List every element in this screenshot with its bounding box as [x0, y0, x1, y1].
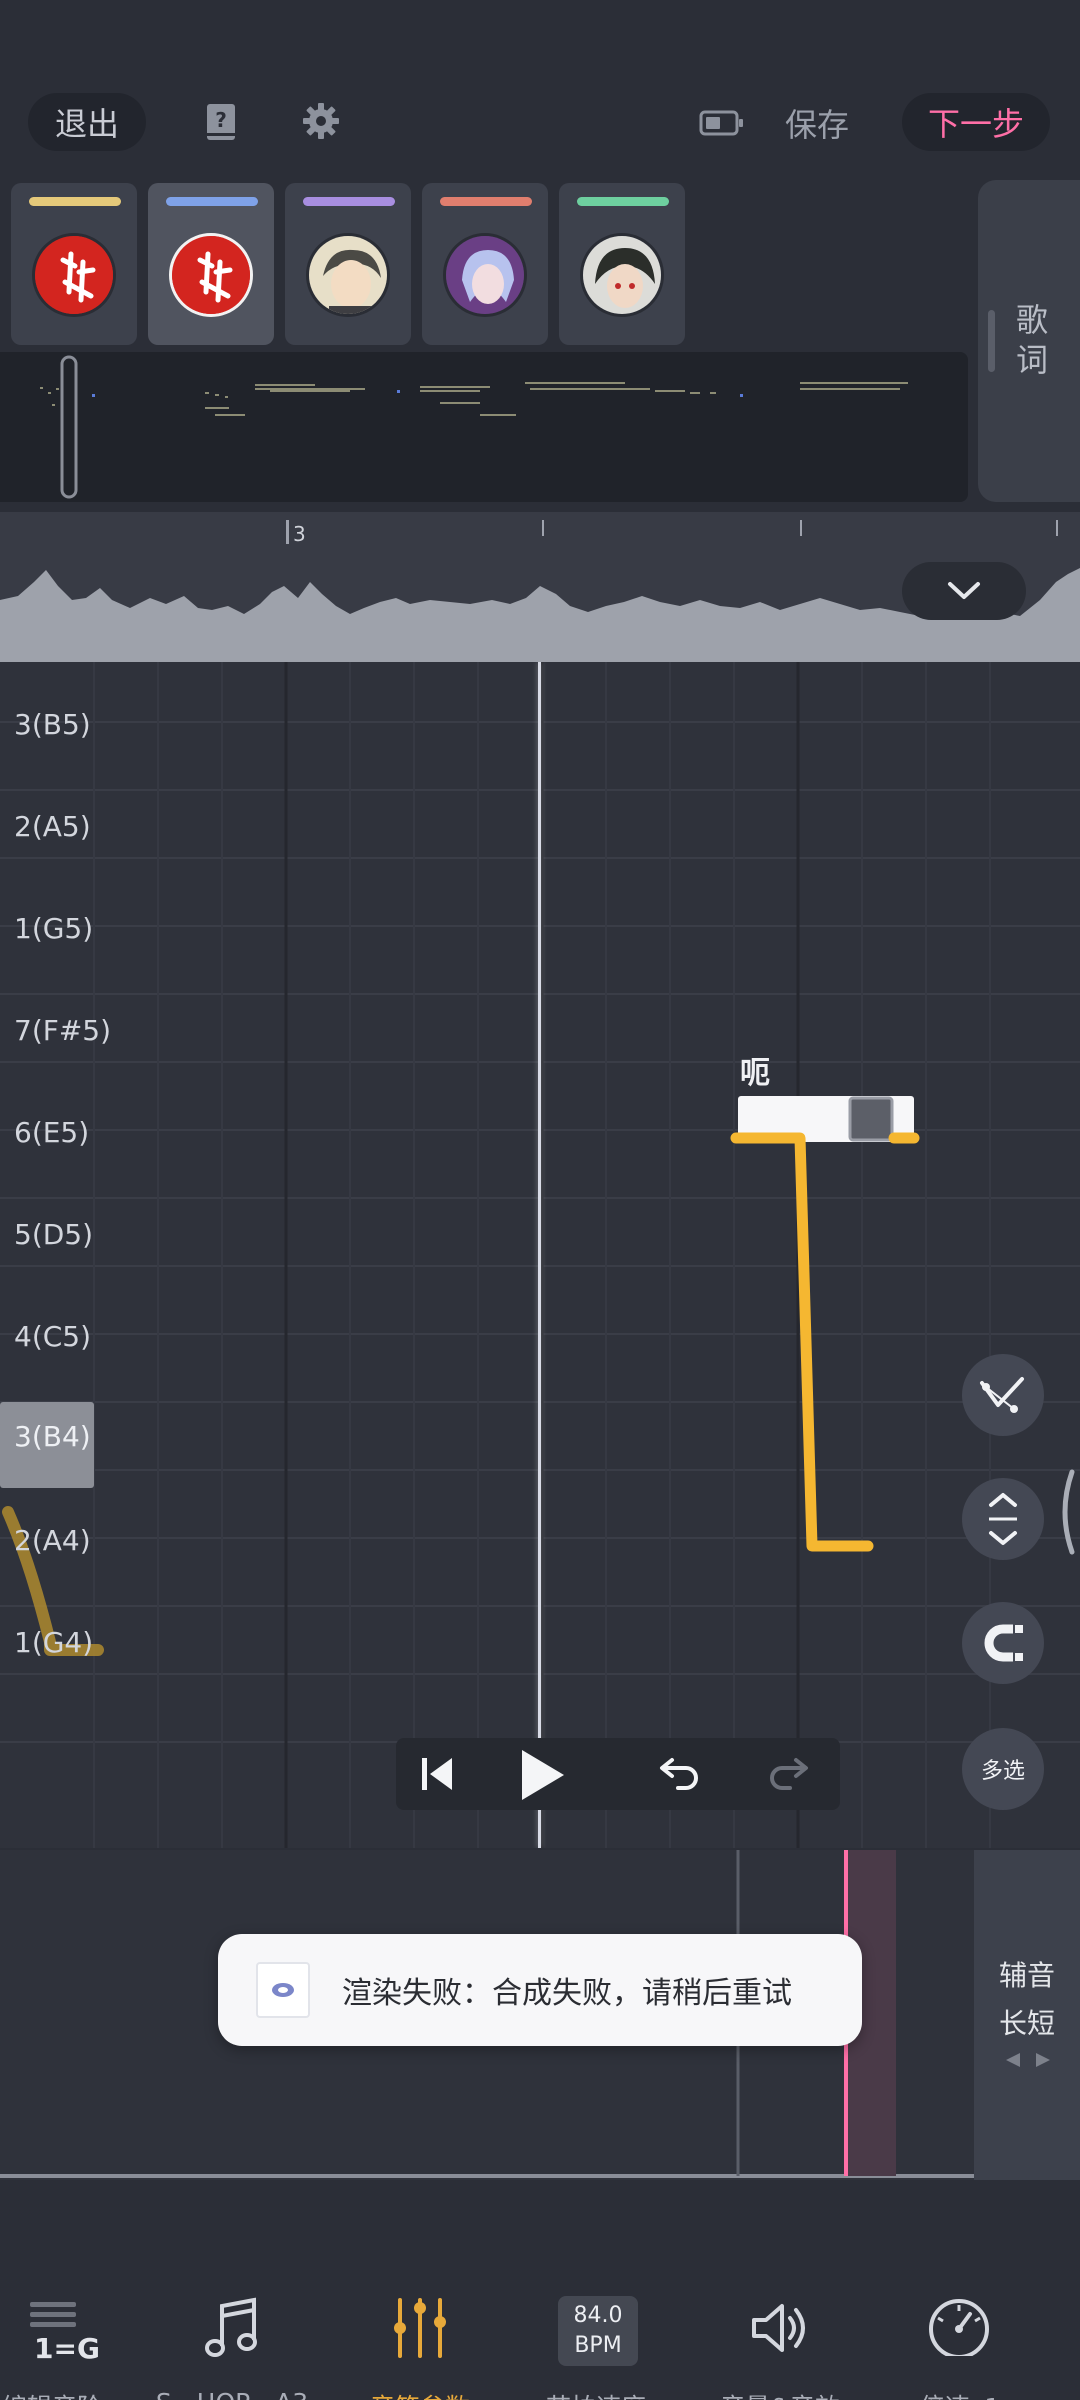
transport-controls	[396, 1738, 840, 1810]
magnet-icon	[984, 1624, 1023, 1662]
track-color-bar	[29, 197, 121, 206]
error-toast: 渲染失败：合成失败，请稍后重试	[218, 1934, 862, 2046]
overview-viewport-handle	[60, 355, 78, 499]
play-icon[interactable]	[518, 1748, 566, 1806]
timeline-ruler[interactable]: 3	[0, 512, 1080, 662]
pitch-label-a4: 2(A4)	[14, 1524, 91, 1557]
pitch-label-b5: 3(B5)	[14, 708, 91, 741]
pitch-label-g4: 1(G4)	[14, 1626, 94, 1659]
pitch-label-f-sharp5: 7(F#5)	[14, 1014, 112, 1047]
lyrics-tab-grip	[988, 310, 995, 372]
redo-icon[interactable]	[766, 1754, 810, 1798]
chevron-down-icon	[948, 582, 980, 599]
exit-button[interactable]: 退出	[28, 93, 146, 151]
sliders-icon	[394, 2298, 446, 2358]
music-note-icon	[205, 2297, 257, 2357]
save-button[interactable]: 保存	[785, 100, 849, 146]
undo-icon[interactable]	[658, 1754, 702, 1798]
pitch-label-e5: 6(E5)	[14, 1116, 90, 1149]
speaker-icon	[752, 2304, 805, 2352]
track-overview-minimap[interactable]	[0, 352, 968, 502]
avatar	[169, 233, 253, 317]
playhead[interactable]	[538, 662, 541, 1848]
battery-icon	[699, 109, 745, 141]
pitch-label-c5: 4(C5)	[14, 1320, 92, 1353]
expand-collapse-vertical-icon	[989, 1493, 1017, 1545]
track-color-bar	[577, 197, 669, 206]
next-step-button[interactable]: 下一步	[902, 93, 1050, 151]
pitch-label-g5: 1(G5)	[14, 912, 94, 945]
track-color-bar	[440, 197, 532, 206]
track-color-bar	[166, 197, 258, 206]
snap-magnet-button[interactable]	[962, 1602, 1044, 1684]
note-lyric[interactable]: 呃	[740, 1048, 770, 1092]
pitch-curve-tool-button[interactable]	[962, 1354, 1044, 1436]
piano-roll[interactable]: 3(B5) 2(A5) 1(G5) 7(F#5) 6(E5) 5(D5) 4(C…	[0, 662, 1080, 1848]
multi-select-button[interactable]: 多选	[962, 1728, 1044, 1810]
settings-gear-icon[interactable]	[302, 102, 340, 144]
pitch-label-d5: 5(D5)	[14, 1218, 94, 1251]
avatar	[580, 233, 664, 317]
consonant-length-tab[interactable]: 辅音 长短	[974, 1850, 1080, 2180]
collapse-waveform-button[interactable]	[902, 562, 1026, 620]
track-color-bar	[303, 197, 395, 206]
bpm-badge: 84.0 BPM	[558, 2296, 638, 2366]
app-logo-icon	[256, 1962, 310, 2018]
toast-message: 渲染失败：合成失败，请稍后重试	[342, 1976, 792, 2011]
track-card-1[interactable]	[11, 183, 137, 345]
avatar	[443, 233, 527, 317]
pitch-label-a5: 2(A5)	[14, 810, 91, 843]
pitch-label-b4-selected: 3(B4)	[0, 1402, 94, 1488]
speedometer-icon	[929, 2299, 989, 2356]
help-book-icon[interactable]: ?	[206, 103, 236, 145]
left-right-arrows-icon	[1006, 2053, 1050, 2067]
bottom-nav: 1=G 编辑音阶 S - HOP - A3 音符参数 84.0 BPM 节拍速度	[0, 2180, 1080, 2400]
skip-to-start-icon[interactable]	[420, 1756, 456, 1796]
track-card-4[interactable]	[422, 183, 548, 345]
pitch-curve-icon	[980, 1377, 1024, 1413]
avatar	[306, 233, 390, 317]
track-card-5[interactable]	[559, 183, 685, 345]
lyrics-tab[interactable]: 歌词	[978, 180, 1080, 502]
track-card-2[interactable]	[148, 183, 274, 345]
track-card-3[interactable]	[285, 183, 411, 345]
scale-badge: 1=G	[34, 2332, 100, 2365]
track-strip: 歌词	[0, 180, 1080, 510]
svg-text:?: ?	[215, 108, 227, 132]
measure-number: 3	[293, 522, 306, 546]
overview-notes	[40, 355, 908, 499]
avatar	[32, 233, 116, 317]
zoom-vertical-button[interactable]	[962, 1478, 1044, 1560]
top-bar: 退出 ? 保存 下一步	[0, 0, 1080, 180]
